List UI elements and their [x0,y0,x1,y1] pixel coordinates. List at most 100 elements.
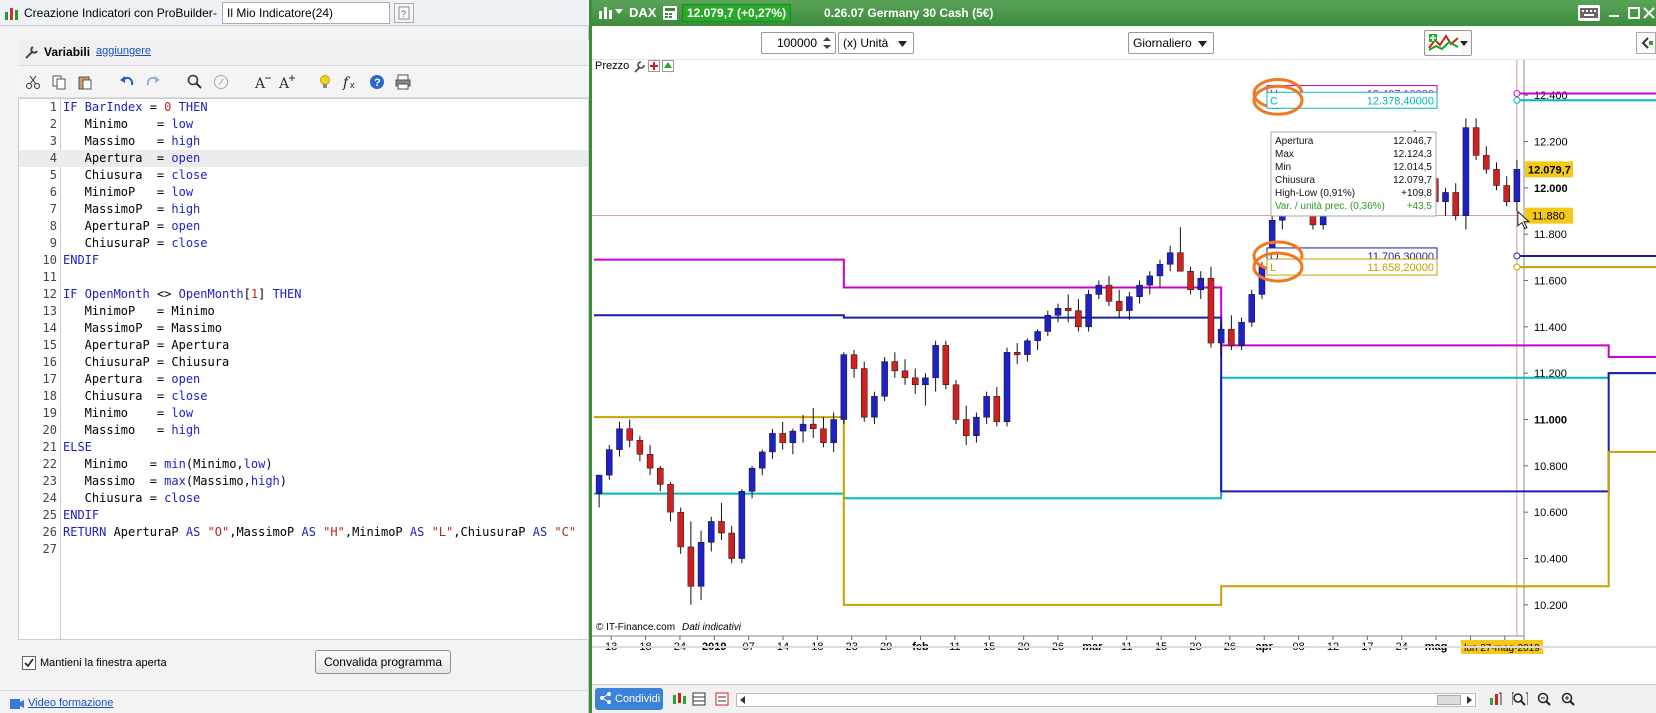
chart-type-icon[interactable] [671,691,687,707]
comment-icon[interactable] [210,71,232,93]
probuilder-app-icon [4,5,20,21]
cut-icon[interactable] [22,71,44,93]
calculator-icon[interactable] [663,6,677,20]
candle-body [1136,284,1143,297]
minimize-icon[interactable] [1606,5,1622,21]
tooltip-key: Var. / unità prec. (0,36%) [1275,201,1385,212]
code-line: 12 IF OpenMonth <> OpenMonth[1] THEN [19,286,588,303]
zoom-fit-icon[interactable] [1511,691,1529,707]
probuilder-window: Creazione Indicatori con ProBuilder - Il… [0,0,589,713]
print-icon[interactable] [392,71,414,93]
indicator-name-field[interactable]: Il Mio Indicatore(24) [222,2,390,24]
line-number: 20 [42,423,57,437]
keyboard-icon[interactable] [1578,5,1600,21]
training-video-link[interactable]: Video formazione [28,697,113,709]
chevron-down-icon[interactable] [615,9,623,14]
tooltip-key: High-Low (0,91%) [1275,188,1355,199]
code-line: 1 IF BarIndex = 0 THEN [19,99,588,116]
indicators-button[interactable] [1424,30,1472,56]
last-price-label: 12.079,7 [1528,164,1571,176]
editor-toolbar: A A fx ? [18,66,589,98]
instrument-info: 0.26.07 Germany 30 Cash (5€) [824,6,994,20]
line-number: 11 [42,270,57,284]
variables-bar: Variabili aggiungere [18,40,589,66]
candle-body [1085,294,1092,328]
indicator-label-value: 11.658,20000 [1368,262,1434,274]
keep-open-checkbox[interactable] [22,656,36,670]
candle-body [595,474,603,494]
maximize-icon[interactable] [1626,5,1642,21]
zoom-in-icon[interactable] [1560,691,1576,707]
quantity-stepper[interactable]: 100000 [761,32,836,54]
close-icon[interactable] [1642,5,1656,21]
candle-body [636,440,644,455]
scroll-right-icon[interactable] [1467,696,1472,704]
code-text: Minimo = low [63,406,194,420]
add-variable-link[interactable]: aggiungere [96,45,151,57]
symbol-label: DAX [629,5,657,20]
table-icon[interactable] [691,691,707,707]
line-number: 2 [49,117,57,131]
svg-text:?: ? [374,77,381,89]
help-icon[interactable]: ? [394,3,414,23]
candle-body [840,354,848,420]
code-line: 26 RETURN AperturaP AS "O",MassimoP AS "H… [19,524,588,541]
code-text: MinimoP = low [63,185,194,199]
cursor-price-label: 11.880 [1532,211,1565,223]
font-decrease-icon[interactable]: A [252,71,274,93]
copy-icon[interactable] [48,71,70,93]
candle-body [1105,284,1113,302]
divider [592,646,1656,648]
y-tick-label: 11.600 [1534,276,1567,288]
search-icon[interactable] [184,71,206,93]
code-text: IF OpenMonth <> OpenMonth[1] THEN [63,287,302,301]
timeline-scrollbar[interactable] [736,693,1476,707]
code-text: Chiusura = close [63,491,201,505]
help-circle-icon[interactable]: ? [366,71,388,93]
timeframe-select[interactable]: Giornaliero [1128,32,1214,54]
line-number: 18 [42,389,57,403]
y-tick-label: 10.200 [1534,600,1568,612]
scale-icon[interactable] [1487,691,1503,707]
function-icon[interactable]: fx [340,71,362,93]
side-panel-toggle-icon[interactable] [1636,32,1656,54]
code-line: 19 Minimo = low [19,405,588,422]
scroll-left-icon[interactable] [740,696,745,704]
code-line: 22 Minimo = min(Minimo,low) [19,456,588,473]
candle-body [1044,315,1052,332]
code-line: 13 MinimoP = Minimo [19,303,588,320]
font-increase-icon[interactable]: A [276,71,298,93]
code-editor[interactable]: 1 IF BarIndex = 0 THEN 2 Minimo = low 3 Mas… [18,98,589,640]
chart-window: DAX 12.079,7 (+0,27%) 0.26.07 Germany 30… [589,0,1656,713]
candle-body [1462,127,1470,216]
lightbulb-icon[interactable] [314,71,336,93]
undo-icon[interactable] [116,71,138,93]
share-button[interactable]: Condividi [595,688,663,710]
code-line: 2 Minimo = low [19,116,588,133]
template-icon[interactable] [714,691,730,707]
code-line: 5 Chiusura = close [19,167,588,184]
redo-icon[interactable] [142,71,164,93]
candle-body [1513,169,1521,202]
candle-body [748,467,756,492]
scroll-thumb[interactable] [1437,695,1461,705]
level-line-C [594,99,1656,500]
line-number: 9 [49,236,57,250]
candle-body [850,354,858,369]
code-line: 10 ENDIF [19,252,588,269]
unit-select[interactable]: (x) Unità [838,32,914,54]
y-tick-label: 11.000 [1534,415,1567,427]
y-tick-label: 12.000 [1534,183,1568,195]
candle-body [1115,301,1123,311]
candle-body [1503,185,1510,202]
candle-body [759,451,766,469]
line-number: 27 [42,542,57,556]
validate-program-button[interactable]: Convalida programma [315,650,451,674]
code-line: 27 [19,541,588,558]
keep-open-label: Mantieni la finestra aperta [40,657,167,669]
price-chart[interactable]: 12.40012.20012.00011.80011.60011.40011.2… [592,60,1656,660]
candle-body [1228,328,1235,346]
zoom-out-icon[interactable] [1536,691,1552,707]
candle-body [1054,308,1062,316]
paste-icon[interactable] [74,71,96,93]
